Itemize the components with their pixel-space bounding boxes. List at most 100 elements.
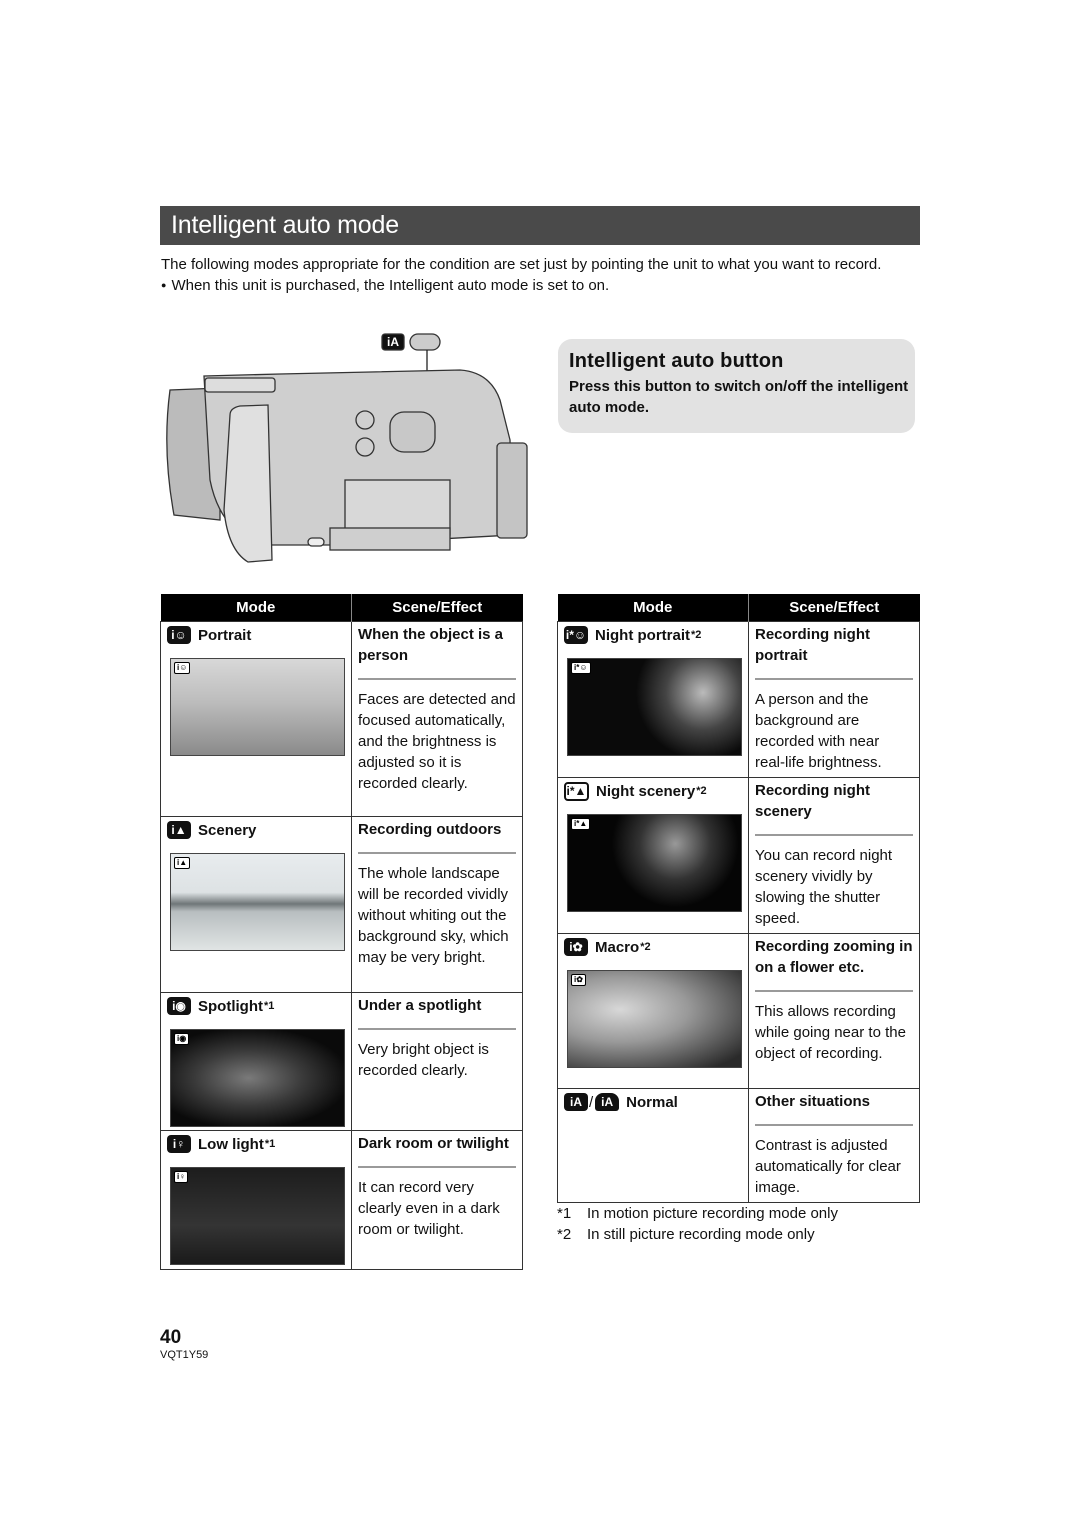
ia-button-callout-icon xyxy=(409,333,441,351)
low-light-icon: i♀ xyxy=(174,1171,189,1183)
footnote-marker: *1 xyxy=(264,1137,276,1150)
scene-title: Recording night scenery xyxy=(755,782,870,820)
svg-text:iA: iA xyxy=(387,335,399,349)
divider xyxy=(358,1028,516,1030)
low-light-sample-photo: i♀ xyxy=(170,1167,345,1265)
footnotes: *1 In motion picture recording mode only … xyxy=(557,1203,838,1245)
table-row: i▲ Scenery i▲ Recording outdoors The whol… xyxy=(160,816,523,993)
callout-title: Intelligent auto button xyxy=(569,350,784,372)
header-mode: Mode xyxy=(160,594,352,622)
scene-title: Recording night portrait xyxy=(755,626,870,664)
scenery-icon: i▲ xyxy=(174,857,191,869)
macro-icon: i✿ xyxy=(564,938,588,956)
scene-description: A person and the background are recorded… xyxy=(755,691,882,771)
macro-sample-photo: i✿ xyxy=(567,970,742,1068)
spotlight-sample-photo: i◉ xyxy=(170,1029,345,1127)
mode-label: Normal xyxy=(626,1093,678,1111)
mode-label: Low light xyxy=(198,1135,264,1153)
table-row: i♀ Low light *1 i♀ Dark room or twilight I… xyxy=(160,1130,523,1270)
scene-cell: Recording outdoors The whole landscape w… xyxy=(351,816,523,993)
scene-title: When the object is a person xyxy=(358,626,504,664)
scene-description: Contrast is adjusted automatically for c… xyxy=(755,1137,901,1196)
mode-label: Spotlight xyxy=(198,997,263,1015)
footnote-mark: *1 xyxy=(557,1205,572,1222)
scene-description: Very bright object is recorded clearly. xyxy=(358,1041,489,1079)
header-scene-effect: Scene/Effect xyxy=(351,594,523,622)
intro-note: When this unit is purchased, the Intelli… xyxy=(161,275,921,296)
scene-description: You can record night scenery vividly by … xyxy=(755,847,893,927)
table-row: i✿ Macro *2 i✿ Recording zooming in on a f… xyxy=(557,933,920,1089)
divider xyxy=(755,1124,913,1126)
divider xyxy=(755,834,913,836)
callout-text: Press this button to switch on/off the i… xyxy=(569,378,909,416)
intro-text: The following modes appropriate for the … xyxy=(161,256,882,273)
night-scenery-icon: i*▲ xyxy=(564,781,589,801)
mode-cell: i◉ Spotlight *1 i◉ xyxy=(160,992,352,1131)
table-row: i*☺ Night portrait *2 i*☺ Recording night … xyxy=(557,621,920,778)
divider xyxy=(358,1166,516,1168)
scene-title: Dark room or twilight xyxy=(358,1135,509,1152)
night-portrait-sample-photo: i*☺ xyxy=(567,658,742,756)
scene-title: Under a spotlight xyxy=(358,997,482,1014)
scenery-sample-photo: i▲ xyxy=(170,853,345,951)
table-row: i◉ Spotlight *1 i◉ Under a spotlight Very … xyxy=(160,992,523,1131)
portrait-icon: i☺ xyxy=(174,662,191,674)
mode-cell: i✿ Macro *2 i✿ xyxy=(557,933,749,1089)
scenery-icon: i▲ xyxy=(167,821,191,839)
intelligent-auto-button-callout: Intelligent auto button Press this butto… xyxy=(558,339,915,433)
footnote: *2 In still picture recording mode only xyxy=(557,1224,838,1245)
portrait-sample-photo: i☺ xyxy=(170,658,345,756)
modes-table-left: Mode Scene/Effect i☺ Portrait i☺ When the… xyxy=(160,594,523,1270)
divider xyxy=(358,678,516,680)
macro-icon: i✿ xyxy=(571,974,586,986)
intro: The following modes appropriate for the … xyxy=(161,254,921,296)
low-light-icon: i♀ xyxy=(167,1135,191,1153)
footnote: *1 In motion picture recording mode only xyxy=(557,1203,838,1224)
table-header-row: Mode Scene/Effect xyxy=(557,594,920,622)
scene-description: This allows recording while going near t… xyxy=(755,1003,906,1062)
scene-cell: Recording night portrait A person and th… xyxy=(748,621,920,778)
scene-description: Faces are detected and focused automatic… xyxy=(358,691,516,792)
camcorder-illustration: iA xyxy=(166,333,528,563)
spotlight-icon: i◉ xyxy=(167,997,191,1015)
mode-label: Scenery xyxy=(198,821,257,839)
footnote-marker: *2 xyxy=(640,940,651,953)
divider xyxy=(755,678,913,680)
section-title-bar: Intelligent auto mode xyxy=(160,206,920,245)
table-header-row: Mode Scene/Effect xyxy=(160,594,523,622)
scene-cell: Recording night scenery You can record n… xyxy=(748,777,920,934)
mode-label: Macro xyxy=(595,938,640,956)
mode-cell: i♀ Low light *1 i♀ xyxy=(160,1130,352,1270)
table-row: i☺ Portrait i☺ When the object is a perso… xyxy=(160,621,523,817)
mode-label: Night scenery xyxy=(596,782,696,800)
scene-title: Recording outdoors xyxy=(358,821,502,838)
mode-label: Portrait xyxy=(198,626,252,644)
footnote-mark: *2 xyxy=(557,1226,572,1243)
mode-cell: i☺ Portrait i☺ xyxy=(160,621,352,817)
divider xyxy=(358,852,516,854)
table-row: iA / iA Normal Other situations Contrast is… xyxy=(557,1088,920,1203)
table-row: i*▲ Night scenery *2 i*▲ Recording night s… xyxy=(557,777,920,934)
scene-cell: When the object is a person Faces are de… xyxy=(351,621,523,817)
section-title: Intelligent auto mode xyxy=(171,211,399,239)
footnote-marker: *2 xyxy=(696,784,707,797)
night-portrait-icon: i*☺ xyxy=(571,662,591,674)
spotlight-icon: i◉ xyxy=(174,1033,190,1045)
divider xyxy=(755,990,913,992)
header-mode: Mode xyxy=(557,594,749,622)
scene-cell: Other situations Contrast is adjusted au… xyxy=(748,1088,920,1203)
scene-cell: Under a spotlight Very bright object is … xyxy=(351,992,523,1131)
portrait-icon: i☺ xyxy=(167,626,191,644)
modes-table-right: Mode Scene/Effect i*☺ Night portrait *2 i*… xyxy=(557,594,920,1203)
scene-description: It can record very clearly even in a dar… xyxy=(358,1179,500,1238)
mode-cell: i*▲ Night scenery *2 i*▲ xyxy=(557,777,749,934)
footnote-marker: *2 xyxy=(691,628,702,641)
scene-title: Recording zooming in on a flower etc. xyxy=(755,938,913,976)
header-scene-effect: Scene/Effect xyxy=(748,594,920,622)
mode-label: Night portrait xyxy=(595,626,690,644)
scene-cell: Dark room or twilight It can record very… xyxy=(351,1130,523,1270)
scene-description: The whole landscape will be recorded viv… xyxy=(358,865,509,966)
mode-cell: i*☺ Night portrait *2 i*☺ xyxy=(557,621,749,778)
footnote-marker: *1 xyxy=(263,999,275,1012)
page-number: 40 xyxy=(160,1327,182,1348)
